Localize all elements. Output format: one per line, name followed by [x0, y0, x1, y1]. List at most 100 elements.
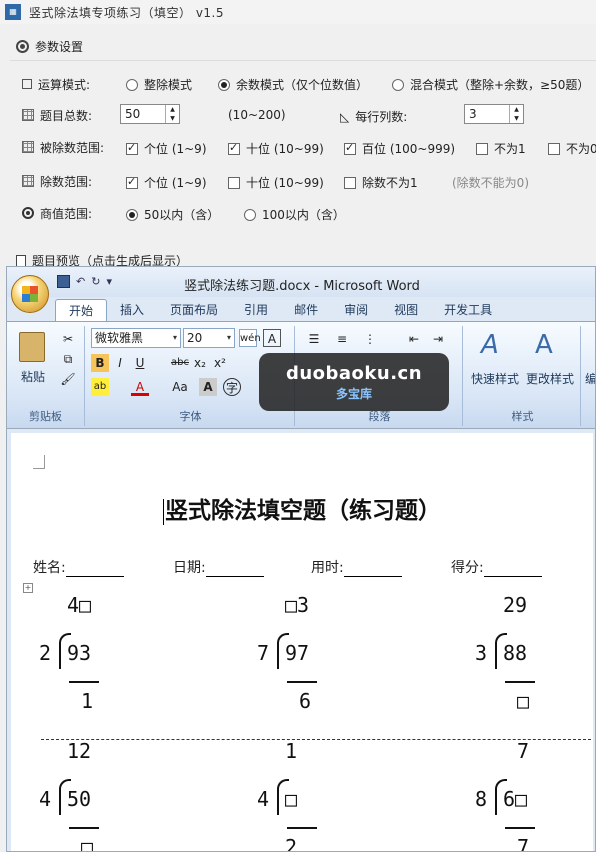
dividend-not-one-check[interactable]: 不为1	[476, 140, 526, 157]
increase-indent-icon[interactable]: ⇥	[429, 330, 447, 348]
editing-button[interactable]: 编	[585, 370, 595, 387]
word-window: 竖式除法练习题.docx - Microsoft Word ↶ ↻ ▾ 开始 插…	[6, 266, 596, 852]
per-row-label-wrap: ◺ 每行列数:	[340, 108, 407, 125]
tab-review[interactable]: 审阅	[331, 299, 381, 321]
radio-button[interactable]	[392, 78, 404, 91]
save-icon[interactable]	[57, 275, 70, 288]
dividend-not-zero-check[interactable]: 不为0	[548, 140, 596, 157]
dividend-ones-check[interactable]: 个位 (1~9)	[126, 140, 207, 157]
radio-quotient-50[interactable]: 50以内（含）	[126, 206, 219, 223]
highlight-icon[interactable]: ab	[91, 378, 109, 396]
char-shading-icon[interactable]: A	[199, 378, 217, 396]
redo-icon[interactable]: ↻	[91, 275, 100, 288]
checkbox[interactable]	[126, 175, 138, 189]
division-line	[287, 827, 317, 829]
division-line	[505, 681, 535, 683]
clipboard-label: 剪贴板	[29, 410, 62, 423]
tab-view[interactable]: 视图	[381, 299, 431, 321]
dividend-hundreds-check[interactable]: 百位 (100~999)	[344, 140, 455, 157]
remainder: □	[81, 835, 94, 852]
tab-developer[interactable]: 开发工具	[431, 299, 505, 321]
multilevel-list-icon[interactable]: ⋮	[361, 330, 379, 348]
spin-down-icon[interactable]: ▼	[166, 114, 179, 123]
underline-icon[interactable]: U	[131, 354, 149, 372]
field-label: 用时:	[311, 560, 344, 576]
font-size-value: 20	[187, 331, 203, 345]
radio-remainder-mode[interactable]: 余数模式（仅个位数值）	[218, 76, 368, 93]
phonetic-guide-icon[interactable]: wén	[239, 329, 261, 347]
dividend: 88	[503, 641, 528, 665]
qat-dropdown-icon[interactable]: ▾	[106, 275, 112, 288]
dividend-tens-check[interactable]: 十位 (10~99)	[228, 140, 324, 157]
bullets-icon[interactable]: ☰	[305, 330, 323, 348]
radio-button[interactable]	[126, 78, 138, 91]
numbering-icon[interactable]: ≡	[333, 330, 351, 348]
cut-icon[interactable]: ✂	[59, 330, 77, 348]
checkbox[interactable]	[476, 142, 488, 155]
checkbox[interactable]	[228, 176, 240, 189]
spin-up-icon[interactable]: ▲	[166, 105, 179, 114]
office-button-icon[interactable]	[11, 275, 49, 313]
subscript-icon[interactable]: x₂	[191, 354, 209, 372]
watermark-domain: duobaoku.cn	[285, 363, 423, 384]
quotient: 1	[285, 739, 298, 763]
decrease-indent-icon[interactable]: ⇤	[405, 330, 423, 348]
divisor-ones-check[interactable]: 个位 (1~9)	[126, 174, 207, 191]
field-label: 日期:	[173, 560, 206, 576]
checkbox[interactable]	[344, 141, 356, 155]
table-move-handle-icon[interactable]: +	[23, 583, 33, 593]
superscript-icon[interactable]: x²	[211, 354, 229, 372]
italic-icon[interactable]: I	[111, 354, 129, 372]
font-color-icon[interactable]: A	[131, 378, 149, 396]
undo-icon[interactable]: ↶	[76, 275, 85, 288]
tab-references[interactable]: 引用	[231, 299, 281, 321]
change-styles-icon[interactable]: A	[535, 330, 553, 360]
total-value[interactable]: 50	[121, 105, 165, 123]
font-name-dropdown[interactable]: 微软雅黑 ▾	[91, 328, 181, 348]
divisor-not-one-check[interactable]: 除数不为1	[344, 174, 418, 191]
tab-home[interactable]: 开始	[55, 299, 108, 321]
checkbox[interactable]	[126, 141, 138, 155]
radio-mixed-mode[interactable]: 混合模式（整除+余数，≥50题）	[392, 76, 589, 93]
document-page[interactable]: 竖式除法填空题（练习题） 姓名: 日期: 用时: 得分: + 4□ 2 93 1…	[11, 433, 593, 852]
dividend-label: 被除数范围:	[40, 140, 105, 155]
field-blank	[343, 563, 402, 577]
tab-mailings[interactable]: 邮件	[281, 299, 331, 321]
spin-down-icon[interactable]: ▼	[510, 114, 523, 123]
checkbox[interactable]	[548, 142, 560, 155]
checkbox-label: 不为1	[494, 142, 526, 156]
remainder: 6	[299, 689, 312, 713]
format-painter-icon[interactable]: 🖌	[59, 370, 77, 388]
dividend: □	[285, 787, 298, 811]
radio-button[interactable]	[244, 208, 256, 221]
total-spinner[interactable]: 50 ▲ ▼	[120, 104, 180, 124]
radio-button[interactable]	[218, 78, 230, 91]
tab-page-layout[interactable]: 页面布局	[157, 299, 231, 321]
divisor-label: 除数范围:	[40, 174, 93, 189]
per-row-value[interactable]: 3	[465, 105, 509, 123]
quotient-label: 商值范围:	[40, 206, 93, 221]
radio-divisible-mode[interactable]: 整除模式	[126, 76, 192, 93]
checkbox[interactable]	[344, 176, 356, 189]
quick-styles-button[interactable]: 快速样式	[467, 370, 523, 387]
enclose-char-icon[interactable]: 字	[223, 378, 241, 396]
font-size-dropdown[interactable]: 20 ▾	[183, 328, 235, 348]
per-row-spinner[interactable]: 3 ▲ ▼	[464, 104, 524, 124]
tab-insert[interactable]: 插入	[107, 299, 157, 321]
change-styles-button[interactable]: 更改样式	[521, 370, 579, 387]
quick-styles-icon[interactable]: A	[481, 330, 499, 360]
radio-button[interactable]	[126, 208, 138, 221]
copy-icon[interactable]: ⧉	[59, 350, 77, 368]
checkbox[interactable]	[228, 141, 240, 155]
char-border-icon[interactable]: A	[263, 329, 281, 347]
target-icon	[22, 207, 34, 219]
divisor-tens-check[interactable]: 十位 (10~99)	[228, 174, 324, 191]
radio-quotient-100[interactable]: 100以内（含）	[244, 206, 345, 223]
spin-up-icon[interactable]: ▲	[510, 105, 523, 114]
change-case-icon[interactable]: Aa	[171, 378, 189, 396]
paste-icon[interactable]	[19, 332, 45, 362]
remainder: □	[517, 689, 530, 713]
paste-button[interactable]: 粘贴	[13, 368, 53, 385]
strikethrough-icon[interactable]: abc	[171, 354, 189, 372]
bold-icon[interactable]: B	[91, 354, 109, 372]
